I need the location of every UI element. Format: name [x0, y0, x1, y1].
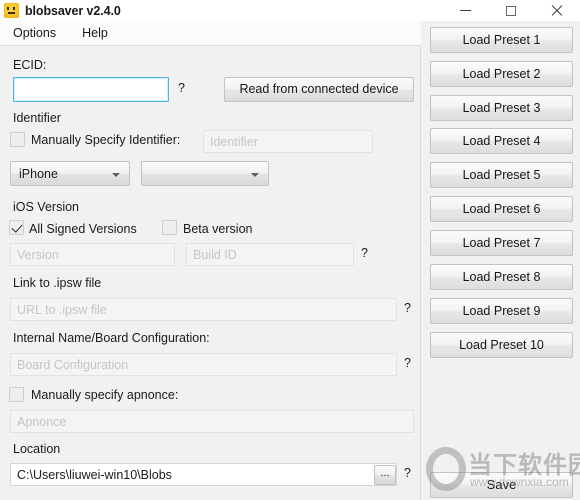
- title-bar: blobsaver v2.4.0: [0, 0, 580, 21]
- load-preset-2-button[interactable]: Load Preset 2: [430, 61, 573, 87]
- device-type-dropdown[interactable]: iPhone: [10, 161, 130, 186]
- load-preset-10-button[interactable]: Load Preset 10: [430, 332, 573, 358]
- beta-version-checkbox[interactable]: [162, 220, 177, 235]
- close-button[interactable]: [534, 0, 580, 21]
- ios-version-section-label: iOS Version: [13, 200, 80, 214]
- ecid-help-icon[interactable]: ?: [178, 81, 185, 95]
- browse-location-button[interactable]: ...: [374, 465, 396, 485]
- minimize-icon: [459, 10, 471, 11]
- chevron-down-icon: [112, 173, 120, 177]
- ecid-input[interactable]: [13, 77, 169, 102]
- form-panel: ECID: ? Read from connected device Ident…: [0, 46, 421, 500]
- location-label: Location: [13, 442, 61, 456]
- build-id-input[interactable]: [186, 243, 354, 266]
- load-preset-3-button[interactable]: Load Preset 3: [430, 95, 573, 121]
- location-input[interactable]: [10, 463, 397, 486]
- ecid-label: ECID:: [13, 58, 47, 72]
- app-face-icon: [4, 3, 19, 18]
- load-preset-6-button[interactable]: Load Preset 6: [430, 196, 573, 222]
- maximize-button[interactable]: [488, 0, 534, 21]
- identifier-input[interactable]: [203, 130, 373, 153]
- menu-item-help[interactable]: Help: [82, 21, 108, 46]
- device-model-dropdown[interactable]: [141, 161, 269, 186]
- version-input[interactable]: [10, 243, 175, 266]
- load-preset-7-button[interactable]: Load Preset 7: [430, 230, 573, 256]
- board-config-label: Internal Name/Board Configuration:: [13, 331, 210, 345]
- read-from-connected-device-button[interactable]: Read from connected device: [224, 77, 414, 102]
- identifier-section-label: Identifier: [13, 111, 61, 125]
- load-preset-4-button[interactable]: Load Preset 4: [430, 128, 573, 154]
- location-help-icon[interactable]: ?: [404, 466, 411, 480]
- close-icon: [551, 5, 563, 17]
- device-type-value: iPhone: [19, 166, 58, 181]
- save-button[interactable]: Save: [430, 472, 573, 498]
- manually-specify-identifier-checkbox[interactable]: [10, 132, 25, 147]
- ios-version-help-icon[interactable]: ?: [361, 246, 368, 260]
- chevron-down-icon: [251, 173, 259, 177]
- menu-bar: Options Help: [0, 21, 421, 46]
- ipsw-help-icon[interactable]: ?: [404, 301, 411, 315]
- board-config-input[interactable]: [10, 353, 397, 376]
- window-title: blobsaver v2.4.0: [25, 3, 121, 18]
- app-window: blobsaver v2.4.0 Options Help ECID: ? Re…: [0, 0, 580, 500]
- maximize-icon: [506, 5, 516, 16]
- ipsw-link-label: Link to .ipsw file: [13, 276, 102, 290]
- load-preset-5-button[interactable]: Load Preset 5: [430, 162, 573, 188]
- manually-specify-apnonce-checkbox[interactable]: [9, 387, 24, 402]
- window-controls: [442, 0, 580, 21]
- manually-specify-apnonce-label: Manually specify apnonce:: [31, 388, 179, 402]
- all-signed-versions-checkbox[interactable]: [9, 220, 24, 235]
- menu-item-options[interactable]: Options: [13, 21, 56, 46]
- beta-version-label: Beta version: [183, 222, 253, 236]
- load-preset-8-button[interactable]: Load Preset 8: [430, 264, 573, 290]
- minimize-button[interactable]: [442, 0, 488, 21]
- manually-specify-identifier-label: Manually Specify Identifier:: [31, 133, 181, 147]
- ipsw-url-input[interactable]: [10, 298, 397, 321]
- presets-panel: Load Preset 1 Load Preset 2 Load Preset …: [422, 21, 580, 500]
- apnonce-input[interactable]: [10, 410, 414, 433]
- load-preset-1-button[interactable]: Load Preset 1: [430, 27, 573, 53]
- all-signed-versions-label: All Signed Versions: [29, 222, 137, 236]
- load-preset-9-button[interactable]: Load Preset 9: [430, 298, 573, 324]
- board-config-help-icon[interactable]: ?: [404, 356, 411, 370]
